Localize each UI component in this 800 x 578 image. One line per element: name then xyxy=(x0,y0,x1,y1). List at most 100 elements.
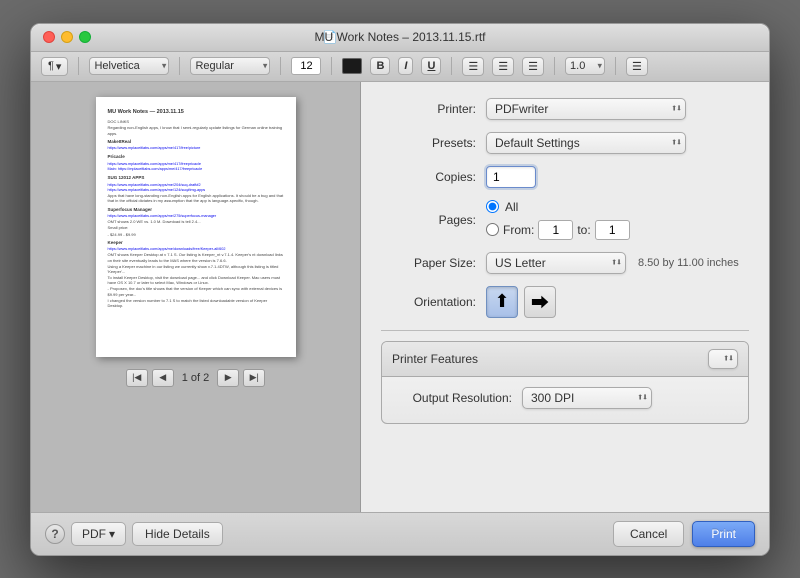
pages-all-radio[interactable] xyxy=(486,200,499,213)
last-page-button[interactable]: ▶| xyxy=(243,369,265,387)
prev-page-icon: ◀ xyxy=(159,372,166,383)
pdf-button[interactable]: PDF ▾ xyxy=(71,522,126,546)
pages-to-input[interactable] xyxy=(595,220,630,240)
help-button[interactable]: ? xyxy=(45,524,65,544)
pages-row: Pages: All From: to: xyxy=(381,200,749,240)
align-left-button[interactable]: ☰ xyxy=(462,57,484,76)
next-page-icon: ▶ xyxy=(225,372,232,383)
print-label: Print xyxy=(711,527,736,541)
paper-size-control: US Letter 8.50 by 11.00 inches xyxy=(486,252,749,274)
copies-control xyxy=(486,166,749,188)
printer-control: PDFwriter xyxy=(486,98,749,120)
pages-from-label: From: xyxy=(503,223,534,237)
window-title: MU Work Notes – 2013.11.15.rtf xyxy=(315,30,486,44)
page-preview: MU Work Notes — 2013.11.15 DOC LINKS Reg… xyxy=(96,97,296,357)
prev-page-button[interactable]: ◀ xyxy=(152,369,174,387)
features-content: Output Resolution: 300 DPI xyxy=(382,377,748,423)
close-button[interactable] xyxy=(43,31,55,43)
last-page-icon: ▶| xyxy=(250,372,259,383)
paper-dimensions: 8.50 by 11.00 inches xyxy=(638,257,739,269)
sep1 xyxy=(78,57,79,75)
printer-select-wrapper: PDFwriter xyxy=(486,98,686,120)
pages-control: All From: to: xyxy=(486,200,749,240)
page-navigation: |◀ ◀ 1 of 2 ▶ ▶| xyxy=(126,369,266,387)
weight-select-wrapper: Regular xyxy=(190,57,270,75)
landscape-icon: ⮕ xyxy=(531,289,549,315)
pdf-arrow-icon: ▾ xyxy=(109,527,115,541)
maximize-button[interactable] xyxy=(79,31,91,43)
pages-all-label: All xyxy=(505,200,518,214)
minimize-button[interactable] xyxy=(61,31,73,43)
spacing-wrapper: 1.0 xyxy=(565,57,605,75)
sep4 xyxy=(331,57,332,75)
cancel-label: Cancel xyxy=(630,527,667,541)
print-dialog: 📄 MU Work Notes – 2013.11.15.rtf ¶ ▾ Hel… xyxy=(30,23,770,556)
orientation-control: ⬆ ⮕ xyxy=(486,286,749,318)
presets-select[interactable]: Default Settings xyxy=(486,132,686,154)
next-page-button[interactable]: ▶ xyxy=(217,369,239,387)
pages-from-input[interactable] xyxy=(538,220,573,240)
printer-select[interactable]: PDFwriter xyxy=(486,98,686,120)
toolbar: ¶ ▾ Helvetica Regular B I U ☰ ☰ ☰ xyxy=(31,52,769,82)
paper-size-row: Paper Size: US Letter 8.50 by 11.00 inch… xyxy=(381,252,749,274)
pages-from-radio[interactable] xyxy=(486,223,499,236)
paper-size-select-wrapper: US Letter xyxy=(486,252,626,274)
spacing-select[interactable]: 1.0 xyxy=(565,57,605,75)
orientation-label: Orientation: xyxy=(381,295,486,309)
printer-features-title: Printer Features xyxy=(392,352,478,366)
print-button[interactable]: Print xyxy=(692,521,755,547)
document-preview: MU Work Notes — 2013.11.15 DOC LINKS Reg… xyxy=(31,82,361,512)
align-center-button[interactable]: ☰ xyxy=(492,57,514,76)
features-select-wrapper xyxy=(708,349,738,369)
align-right-button[interactable]: ☰ xyxy=(522,57,544,76)
landscape-button[interactable]: ⮕ xyxy=(524,286,556,318)
portrait-button[interactable]: ⬆ xyxy=(486,286,518,318)
orientation-group: ⬆ ⮕ xyxy=(486,286,556,318)
list-button[interactable]: ☰ xyxy=(626,57,648,76)
first-page-button[interactable]: |◀ xyxy=(126,369,148,387)
presets-control: Default Settings xyxy=(486,132,749,154)
font-size-input[interactable] xyxy=(291,57,321,75)
pages-all-row: All xyxy=(486,200,630,214)
sep6 xyxy=(554,57,555,75)
orientation-row: Orientation: ⬆ ⮕ xyxy=(381,286,749,318)
traffic-lights xyxy=(43,31,91,43)
bottom-bar: ? PDF ▾ Hide Details Cancel Print xyxy=(31,512,769,555)
content-area: MU Work Notes — 2013.11.15 DOC LINKS Reg… xyxy=(31,82,769,512)
font-select[interactable]: Helvetica xyxy=(89,57,169,75)
features-select[interactable] xyxy=(708,349,738,369)
style-icon: ¶ xyxy=(48,60,54,72)
style-button[interactable]: ¶ ▾ xyxy=(41,57,68,76)
portrait-icon: ⬆ xyxy=(494,291,509,312)
sep5 xyxy=(451,57,452,75)
italic-button[interactable]: I xyxy=(398,57,413,75)
help-icon: ? xyxy=(51,527,58,541)
copies-row: Copies: xyxy=(381,166,749,188)
copies-input[interactable] xyxy=(486,166,536,188)
paper-size-label: Paper Size: xyxy=(381,256,486,270)
hide-details-button[interactable]: Hide Details xyxy=(132,522,223,546)
pages-label: Pages: xyxy=(381,213,486,227)
sep3 xyxy=(280,57,281,75)
style-arrow: ▾ xyxy=(56,60,62,73)
output-resolution-select[interactable]: 300 DPI xyxy=(522,387,652,409)
page-indicator: 1 of 2 xyxy=(178,372,214,384)
printer-row: Printer: PDFwriter xyxy=(381,98,749,120)
printer-features-header: Printer Features xyxy=(382,342,748,377)
underline-button[interactable]: U xyxy=(421,57,441,75)
font-select-wrapper: Helvetica xyxy=(89,57,169,75)
printer-features-section: Printer Features Output Resolution: xyxy=(381,341,749,424)
paper-size-select[interactable]: US Letter xyxy=(486,252,626,274)
first-page-icon: |◀ xyxy=(132,372,141,383)
bold-button[interactable]: B xyxy=(370,57,390,75)
output-resolution-label: Output Resolution: xyxy=(392,391,522,405)
color-swatch[interactable] xyxy=(342,58,362,74)
weight-select[interactable]: Regular xyxy=(190,57,270,75)
print-settings-panel: Printer: PDFwriter Presets: Default Sett… xyxy=(361,82,769,512)
pages-radio-group: All From: to: xyxy=(486,200,630,240)
sep2 xyxy=(179,57,180,75)
pdf-label: PDF xyxy=(82,527,106,541)
cancel-button[interactable]: Cancel xyxy=(613,521,684,547)
preview-title: MU Work Notes — 2013.11.15 xyxy=(108,109,284,117)
copies-label: Copies: xyxy=(381,170,486,184)
